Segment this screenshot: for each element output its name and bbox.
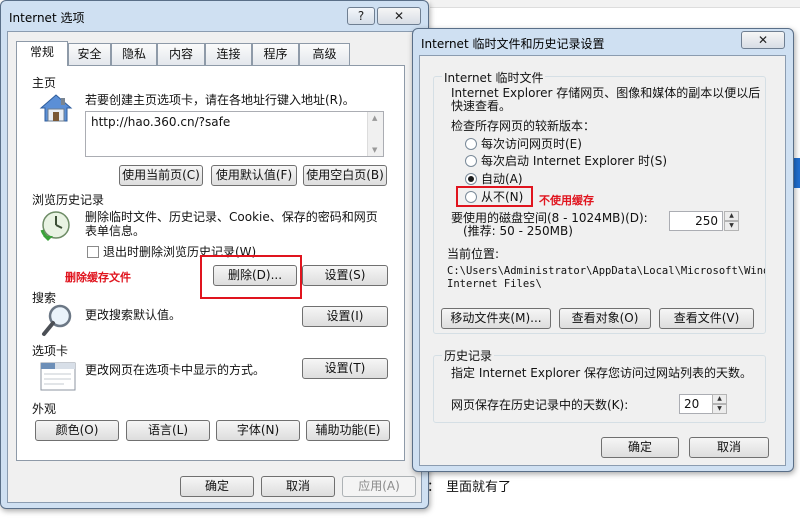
- move-folder-button[interactable]: 移动文件夹(M)...: [441, 308, 551, 329]
- tab-content[interactable]: 内容: [157, 43, 205, 65]
- use-default-button[interactable]: 使用默认值(F): [211, 165, 297, 186]
- tab-programs[interactable]: 程序: [252, 43, 299, 65]
- view-files-button[interactable]: 查看文件(V): [659, 308, 754, 329]
- url-scrollbar[interactable]: [367, 112, 383, 156]
- history-section-label: 浏览历史记录: [32, 193, 105, 207]
- history-description-line1: 删除临时文件、历史记录、Cookie、保存的密码和网页: [85, 210, 378, 224]
- help-button[interactable]: ?: [347, 7, 375, 25]
- disk-space-spinner[interactable]: ▲ ▼: [724, 211, 739, 231]
- languages-button[interactable]: 语言(L): [126, 420, 210, 441]
- history-settings-button[interactable]: 设置(S): [302, 265, 388, 286]
- home-page-url-text: http://hao.360.cn/?safe: [91, 115, 231, 129]
- window-title: Internet 选项: [9, 11, 85, 25]
- delete-history-button[interactable]: 删除(D)...: [213, 265, 297, 286]
- radio-every-visit-label[interactable]: 每次访问网页时(E): [481, 137, 582, 151]
- colors-button[interactable]: 颜色(O): [35, 420, 119, 441]
- history-days-group-title: 历史记录: [442, 347, 495, 364]
- search-description: 更改搜索默认值。: [85, 308, 182, 322]
- settings-ok-button[interactable]: 确定: [601, 437, 679, 458]
- history-clock-icon: [39, 210, 75, 245]
- use-blank-button[interactable]: 使用空白页(B): [303, 165, 387, 186]
- history-days-description: 指定 Internet Explorer 保存您访问过网站列表的天数。: [451, 366, 753, 380]
- home-description: 若要创建主页选项卡，请在各地址行键入地址(R)。: [85, 93, 355, 107]
- radio-never[interactable]: [465, 191, 477, 203]
- tab-privacy[interactable]: 隐私: [111, 43, 157, 65]
- tabs-section-label: 选项卡: [32, 344, 69, 358]
- apply-button[interactable]: 应用(A): [342, 476, 416, 497]
- delete-on-exit-checkbox[interactable]: [87, 246, 99, 258]
- history-description-line2: 表单信息。: [85, 224, 146, 238]
- radio-every-start[interactable]: [465, 155, 477, 167]
- spin-down-icon[interactable]: ▼: [724, 221, 739, 231]
- temp-files-settings-window: Internet 临时文件和历史记录设置 ✕ Internet 临时文件 Int…: [412, 28, 794, 472]
- magnifier-icon: [41, 303, 75, 340]
- home-page-url-input[interactable]: http://hao.360.cn/?safe: [85, 111, 384, 157]
- background-page-strip: [430, 0, 800, 8]
- history-days-spinner[interactable]: ▲ ▼: [712, 394, 727, 414]
- check-newer-label: 检查所存网页的较新版本：: [451, 119, 596, 133]
- history-days-label: 网页保存在历史记录中的天数(K):: [451, 398, 629, 412]
- temp-files-description-line2: 快速查看。: [451, 99, 512, 113]
- fonts-button[interactable]: 字体(N): [216, 420, 300, 441]
- cancel-button[interactable]: 取消: [261, 476, 335, 497]
- tab-advanced[interactable]: 高级: [299, 43, 350, 65]
- appearance-section-label: 外观: [32, 402, 57, 416]
- current-location-line2: Internet Files\: [447, 278, 542, 290]
- temp-files-description-line1: Internet Explorer 存储网页、图像和媒体的副本以便以后: [451, 86, 761, 100]
- tabs-description: 更改网页在选项卡中显示的方式。: [85, 363, 266, 377]
- radio-every-start-label[interactable]: 每次启动 Internet Explorer 时(S): [481, 154, 667, 168]
- delete-cache-annotation: 删除缓存文件: [65, 271, 131, 284]
- spin-up-icon[interactable]: ▲: [724, 211, 739, 221]
- settings-cancel-button[interactable]: 取消: [689, 437, 769, 458]
- tab-security[interactable]: 安全: [68, 43, 111, 65]
- disk-space-input[interactable]: 250: [669, 211, 723, 231]
- temp-files-group-title: Internet 临时文件: [442, 69, 546, 86]
- disk-space-value: 250: [695, 214, 718, 228]
- disk-space-label-line1: 要使用的磁盘空间(8 - 1024MB)(D):: [451, 211, 648, 225]
- ok-button[interactable]: 确定: [180, 476, 254, 497]
- tab-general[interactable]: 常规: [16, 41, 68, 66]
- days-spin-down-icon[interactable]: ▼: [712, 404, 727, 414]
- internet-options-window: Internet 选项 ? ✕ 常规 安全 隐私 内容 连接 程序 高级 主页 …: [0, 0, 429, 509]
- current-location-label: 当前位置:: [447, 247, 500, 261]
- background-caption: 里面就有了: [446, 480, 512, 495]
- settings-close-button[interactable]: ✕: [741, 31, 785, 49]
- tabs-settings-button[interactable]: 设置(T): [302, 358, 388, 379]
- radio-automatic[interactable]: [465, 173, 477, 185]
- radio-never-label[interactable]: 从不(N): [481, 190, 523, 204]
- history-days-value: 20: [684, 397, 700, 411]
- house-icon: [39, 93, 73, 126]
- close-button[interactable]: ✕: [377, 7, 421, 25]
- disk-space-label-line2: (推荐: 50 - 250MB): [463, 224, 573, 238]
- accessibility-button[interactable]: 辅助功能(E): [306, 420, 390, 441]
- current-location-line1: C:\Users\Administrator\AppData\Local\Mic…: [447, 265, 765, 277]
- tabs-window-icon: [40, 362, 76, 395]
- search-settings-button[interactable]: 设置(I): [302, 306, 388, 327]
- view-objects-button[interactable]: 查看对象(O): [559, 308, 651, 329]
- tab-connections[interactable]: 连接: [205, 43, 252, 65]
- radio-automatic-label[interactable]: 自动(A): [481, 172, 523, 186]
- settings-window-title: Internet 临时文件和历史记录设置: [421, 37, 605, 51]
- radio-every-visit[interactable]: [465, 138, 477, 150]
- days-spin-up-icon[interactable]: ▲: [712, 394, 727, 404]
- use-current-button[interactable]: 使用当前页(C): [119, 165, 203, 186]
- home-section-label: 主页: [32, 76, 57, 90]
- no-cache-annotation: 不使用缓存: [539, 194, 594, 207]
